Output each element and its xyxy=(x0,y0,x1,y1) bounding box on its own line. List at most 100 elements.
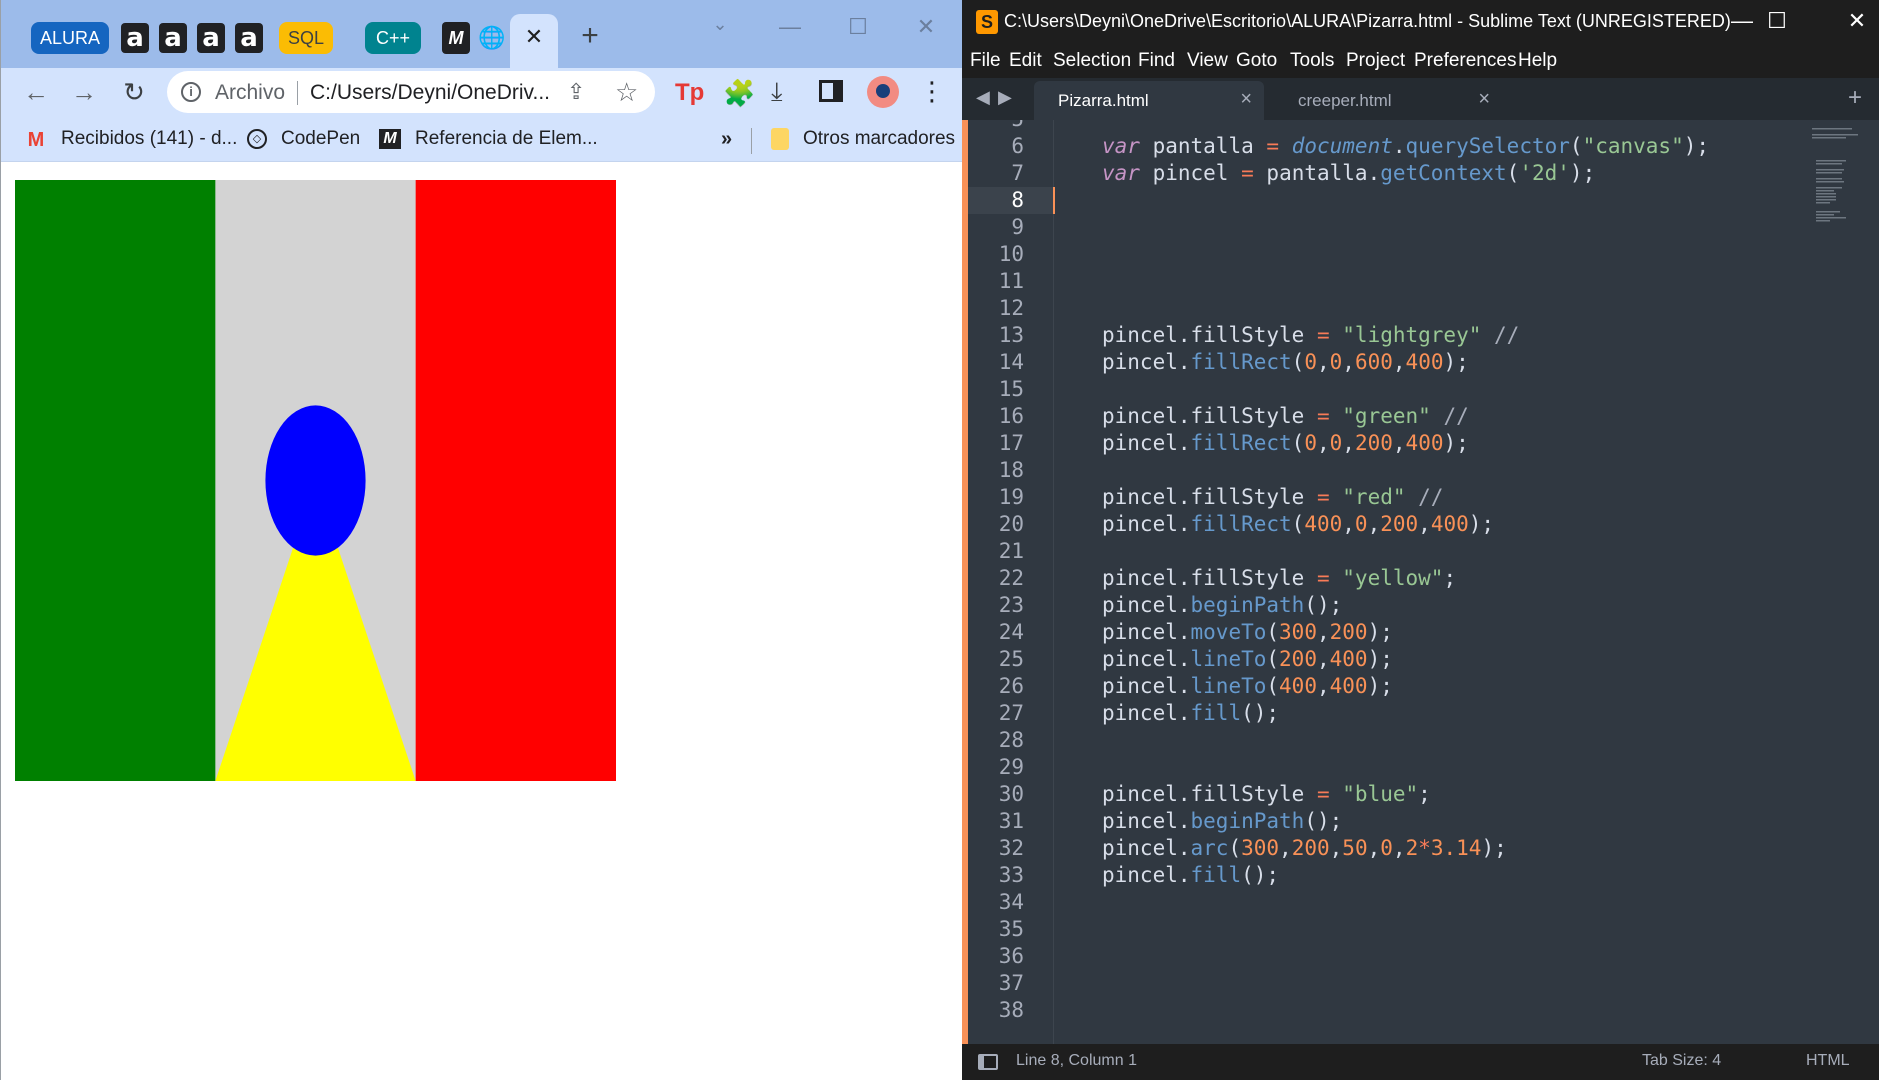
code-line[interactable]: 11 xyxy=(962,268,1879,295)
menu-find[interactable]: Find xyxy=(1138,50,1175,72)
code-line[interactable]: 35 xyxy=(962,916,1879,943)
close-icon[interactable]: × xyxy=(1240,88,1252,111)
code-line[interactable]: 12 xyxy=(962,295,1879,322)
code-line[interactable]: 27 pincel.fill(); xyxy=(962,700,1879,727)
code-line[interactable]: 10 xyxy=(962,241,1879,268)
menu-file[interactable]: File xyxy=(970,50,1001,72)
tab-alura[interactable]: ALURA xyxy=(31,22,109,54)
tab-sql[interactable]: SQL xyxy=(279,22,333,54)
code-line[interactable]: 17 pincel.fillRect(0,0,200,400); xyxy=(962,430,1879,457)
window-close-button[interactable]: ✕ xyxy=(911,14,941,39)
code-line[interactable]: 14 pincel.fillRect(0,0,600,400); xyxy=(962,349,1879,376)
sublime-logo-icon: S xyxy=(976,10,998,34)
url-text[interactable]: C:/Users/Deyni/OneDriv... xyxy=(310,81,550,105)
code-line[interactable]: 29 xyxy=(962,754,1879,781)
tab-a-1[interactable]: a xyxy=(121,23,149,53)
minimize-button[interactable]: — xyxy=(1727,8,1757,34)
close-icon[interactable]: × xyxy=(1478,88,1490,111)
bookmark-gmail[interactable]: M Recibidos (141) - d... xyxy=(25,128,238,151)
code-line[interactable]: 25 pincel.lineTo(200,400); xyxy=(962,646,1879,673)
line-number: 11 xyxy=(998,269,1024,293)
tab-pizarra[interactable]: Pizarra.html × xyxy=(1034,81,1264,120)
code-line[interactable]: 24 pincel.moveTo(300,200); xyxy=(962,619,1879,646)
line-number: 38 xyxy=(998,998,1024,1022)
code-line[interactable]: 22 pincel.fillStyle = "yellow"; xyxy=(962,565,1879,592)
tab-label: creeper.html xyxy=(1298,91,1392,110)
chevron-down-icon[interactable]: ⌄ xyxy=(705,14,735,38)
code-line[interactable]: 16 pincel.fillStyle = "green" // xyxy=(962,403,1879,430)
tab-a-2[interactable]: a xyxy=(159,23,187,53)
bookmark-mdn[interactable]: M Referencia de Elem... xyxy=(379,128,598,150)
menu-goto[interactable]: Goto xyxy=(1236,50,1277,72)
tp-extension-icon[interactable]: Tp xyxy=(675,79,704,107)
star-icon[interactable]: ☆ xyxy=(615,77,638,108)
menu-tools[interactable]: Tools xyxy=(1290,50,1334,72)
menu-preferences[interactable]: Preferences xyxy=(1414,50,1516,72)
minimize-button[interactable]: — xyxy=(775,14,805,39)
code-line[interactable]: 5 xyxy=(962,120,1879,133)
code-line[interactable]: 21 xyxy=(962,538,1879,565)
code-line[interactable]: 31 pincel.beginPath(); xyxy=(962,808,1879,835)
code-line[interactable]: 20 pincel.fillRect(400,0,200,400); xyxy=(962,511,1879,538)
tab-cpp[interactable]: C++ xyxy=(365,22,421,54)
code-line[interactable]: 36 xyxy=(962,943,1879,970)
window-close-button[interactable]: ✕ xyxy=(1842,8,1872,34)
tab-mdn[interactable]: M xyxy=(442,22,470,54)
chevron-left-icon[interactable]: ◀ xyxy=(976,87,990,108)
puzzle-icon[interactable]: 🧩 xyxy=(723,78,755,109)
code-line[interactable]: 33 pincel.fill(); xyxy=(962,862,1879,889)
bookmark-codepen[interactable]: ◇ CodePen xyxy=(247,128,360,150)
code-line[interactable]: 30 pincel.fillStyle = "blue"; xyxy=(962,781,1879,808)
menu-icon[interactable]: ⋮ xyxy=(919,76,945,107)
code-line[interactable]: 23 pincel.beginPath(); xyxy=(962,592,1879,619)
maximize-button[interactable]: ☐ xyxy=(843,14,873,39)
close-icon[interactable]: ✕ xyxy=(522,24,546,50)
share-icon[interactable]: ⇪ xyxy=(567,79,585,105)
maximize-button[interactable]: ☐ xyxy=(1762,8,1792,34)
code-line[interactable]: 18 xyxy=(962,457,1879,484)
code-line[interactable]: 28 xyxy=(962,727,1879,754)
chevron-right-icon[interactable]: ▶ xyxy=(998,87,1012,108)
code-line[interactable]: 7 var pincel = pantalla.getContext('2d'); xyxy=(962,160,1879,187)
code-line[interactable]: 9 xyxy=(962,214,1879,241)
code-editor[interactable]: 56 var pantalla = document.querySelector(… xyxy=(962,120,1879,1044)
code-text: var pantalla = document.querySelector("c… xyxy=(1102,134,1710,158)
tab-a-3[interactable]: a xyxy=(197,23,225,53)
code-line[interactable]: 13 pincel.fillStyle = "lightgrey" // xyxy=(962,322,1879,349)
code-line[interactable]: 38 xyxy=(962,997,1879,1024)
menu-help[interactable]: Help xyxy=(1518,50,1557,72)
address-bar[interactable]: i Archivo C:/Users/Deyni/OneDriv... ⇪ ☆ xyxy=(167,71,655,113)
back-button[interactable]: ← xyxy=(21,78,51,108)
code-line[interactable]: 26 pincel.lineTo(400,400); xyxy=(962,673,1879,700)
menu-edit[interactable]: Edit xyxy=(1009,50,1042,72)
menu-selection[interactable]: Selection xyxy=(1053,50,1131,72)
tab-size[interactable]: Tab Size: 4 xyxy=(1642,1052,1721,1070)
code-line[interactable]: 37 xyxy=(962,970,1879,997)
avatar[interactable] xyxy=(867,76,899,108)
code-line[interactable]: 8 xyxy=(962,187,1879,214)
menu-view[interactable]: View xyxy=(1187,50,1228,72)
info-icon[interactable]: i xyxy=(181,82,201,102)
code-line[interactable]: 15 xyxy=(962,376,1879,403)
side-panel-icon[interactable] xyxy=(819,80,843,102)
code-line[interactable]: 34 xyxy=(962,889,1879,916)
line-number: 9 xyxy=(1011,215,1024,239)
forward-button[interactable]: → xyxy=(69,78,99,108)
other-bookmarks-folder[interactable]: Otros marcadores xyxy=(771,128,955,150)
panel-toggle-icon[interactable] xyxy=(978,1054,998,1070)
folder-icon xyxy=(771,128,789,150)
code-line[interactable]: 32 pincel.arc(300,200,50,0,2*3.14); xyxy=(962,835,1879,862)
menu-project[interactable]: Project xyxy=(1346,50,1405,72)
syntax-mode[interactable]: HTML xyxy=(1806,1052,1850,1070)
more-bookmarks-button[interactable]: » xyxy=(721,128,732,151)
reload-button[interactable]: ↻ xyxy=(119,78,149,108)
globe-icon[interactable]: 🌐 xyxy=(478,25,505,50)
tab-a-4[interactable]: a xyxy=(235,23,263,53)
add-tab-button[interactable]: + xyxy=(1848,84,1862,112)
download-icon[interactable]: ⤓ xyxy=(771,76,783,108)
new-tab-button[interactable]: + xyxy=(576,21,604,52)
code-line[interactable]: 6 var pantalla = document.querySelector("… xyxy=(962,133,1879,160)
minimap[interactable] xyxy=(1812,126,1870,286)
tab-creeper[interactable]: creeper.html × xyxy=(1274,81,1502,120)
code-line[interactable]: 19 pincel.fillStyle = "red" // xyxy=(962,484,1879,511)
